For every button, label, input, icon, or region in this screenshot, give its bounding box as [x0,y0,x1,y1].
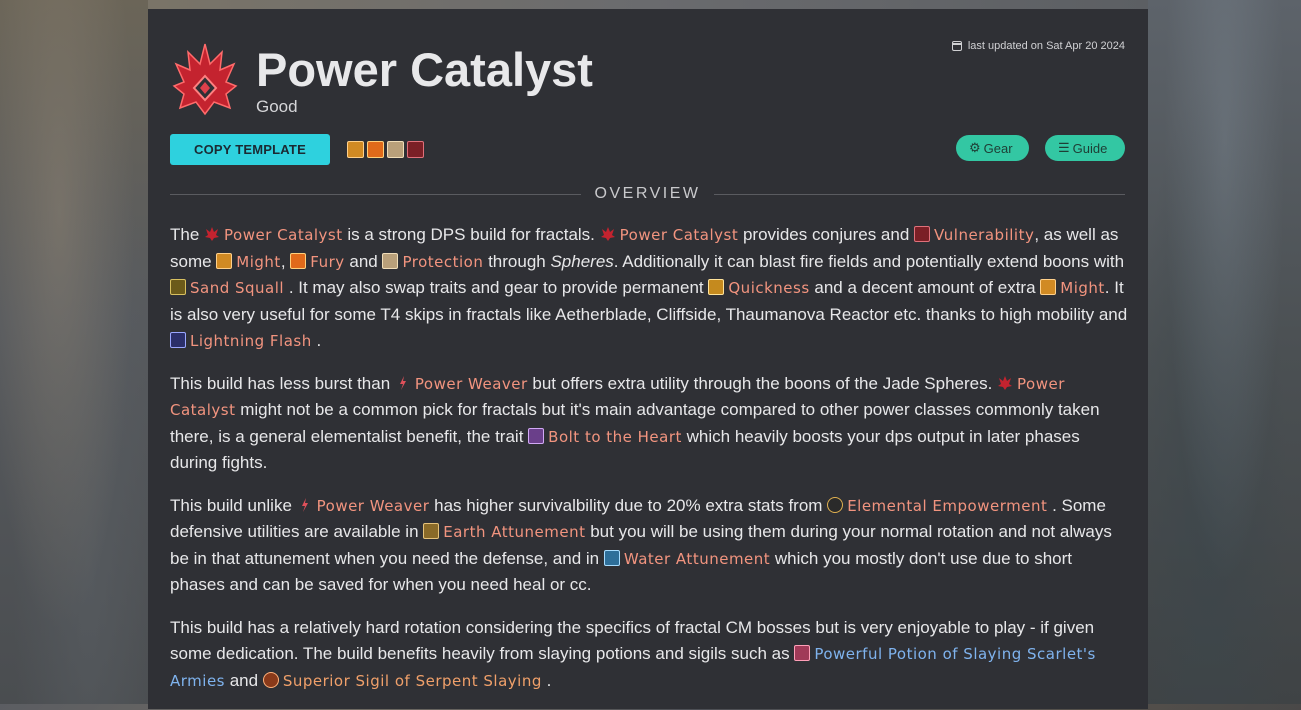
protection-icon [382,252,399,269]
catalyst-icon [997,373,1013,390]
gear-button[interactable]: ⚙ Gear [956,135,1029,161]
boon-icons [347,141,424,158]
might-icon[interactable] [347,141,364,158]
sand-squall-link[interactable]: Sand Squall [170,279,284,297]
vulnerability-link[interactable]: Vulnerability [914,226,1034,244]
paragraph-2: This build has less burst than Power Wea… [170,373,1100,473]
quickness-link[interactable]: Quickness [708,279,809,297]
bolt-to-the-heart-link[interactable]: Bolt to the Heart [528,427,682,446]
catalyst-icon [204,224,220,241]
build-panel: Power Catalyst Good last updated on Sat … [148,9,1148,709]
power-weaver-link[interactable]: Power Weaver [395,375,528,393]
might-icon [1040,279,1057,295]
fury-icon [290,252,307,269]
divider-line-left [170,193,581,195]
water-attunement-icon [603,549,620,566]
text: The [170,225,205,244]
vulnerability-icon [914,226,931,242]
lightning-flash-icon [170,332,186,348]
gear-label: Gear [983,140,1013,156]
guide-button[interactable]: ☰ Guide [1045,135,1125,161]
guide-label: Guide [1072,140,1108,156]
might-link[interactable]: Might [1040,279,1105,297]
spheres-emphasis: Spheres [550,251,614,271]
last-updated-text: last updated on Sat Apr 20 2024 [967,40,1125,52]
might-link[interactable]: Might [216,252,281,271]
weaver-icon [395,373,411,390]
background-right [1148,0,1301,704]
fury-link[interactable]: Fury [290,252,344,271]
power-catalyst-link[interactable]: Power Catalyst [600,226,739,244]
weaver-icon [297,495,313,512]
sand-squall-icon [170,279,186,295]
catalyst-icon [600,224,616,241]
serpent-slaying-sigil-link[interactable]: Superior Sigil of Serpent Slaying [262,671,542,690]
sliders-icon: ☰ [1058,140,1070,155]
sigil-icon [262,671,279,688]
paragraph-4: This build has a relatively hard rotatio… [170,617,1096,690]
background-top [148,0,1148,9]
build-title: Power Catalyst [256,43,593,96]
build-rating: Good [256,97,298,116]
elemental-empowerment-link[interactable]: Elemental Empowerment [827,496,1047,515]
paragraph-1: The Power Catalyst is a strong DPS build… [170,225,1128,350]
power-catalyst-link[interactable]: Power Catalyst [204,226,343,244]
bolt-to-the-heart-icon [528,427,545,444]
power-weaver-link[interactable]: Power Weaver [297,497,430,515]
water-attunement-link[interactable]: Water Attunement [603,549,770,568]
might-icon [216,252,233,269]
lightning-flash-link[interactable]: Lightning Flash [170,332,312,350]
paragraph-3: This build unlike Power Weaver has highe… [170,495,1112,595]
overview-text: The Power Catalyst is a strong DPS build… [170,222,1130,710]
calendar-icon [951,41,962,51]
gear-icon: ⚙ [969,140,981,155]
overview-heading: OVERVIEW [594,185,701,202]
background-left [0,0,148,704]
last-updated: last updated on Sat Apr 20 2024 [951,40,1125,52]
catalyst-emblem-icon [172,43,238,116]
copy-template-button[interactable]: COPY TEMPLATE [170,134,330,165]
protection-link[interactable]: Protection [382,252,483,271]
quickness-icon [708,279,725,295]
earth-attunement-icon [423,523,440,539]
protection-icon[interactable] [387,141,404,158]
elemental-empowerment-icon [827,496,844,513]
fury-icon[interactable] [367,141,384,158]
overview-divider: OVERVIEW [170,183,1126,205]
vulnerability-icon[interactable] [407,141,424,158]
potion-icon [794,645,811,661]
earth-attunement-link[interactable]: Earth Attunement [423,523,585,541]
divider-line-right [714,193,1126,195]
